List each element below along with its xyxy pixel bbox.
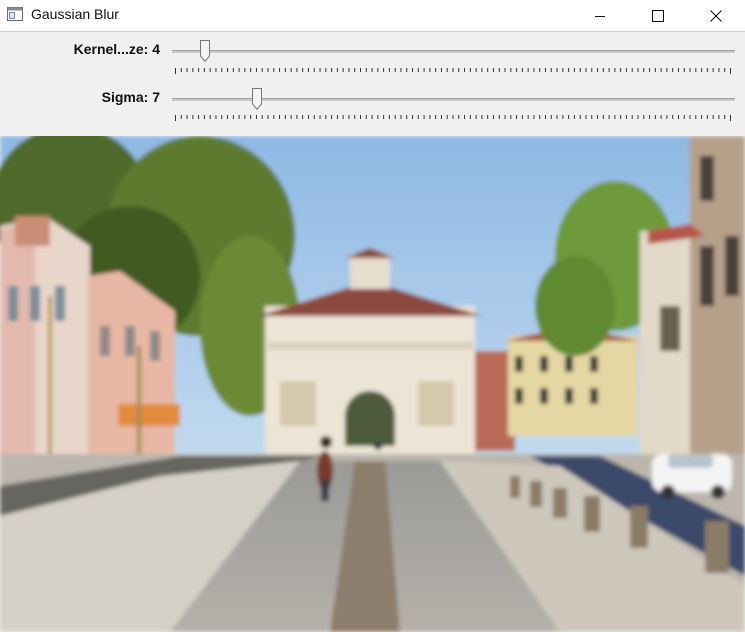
- trackbar-kernel-size-track[interactable]: [172, 50, 735, 53]
- trackbar-kernel-size-name: Kernel...ze: [73, 41, 144, 57]
- trackbar-kernel-size-thumb[interactable]: [199, 40, 210, 62]
- trackbar-sigma-thumb[interactable]: [252, 88, 263, 110]
- title-bar[interactable]: Gaussian Blur: [0, 0, 745, 32]
- trackbar-sigma-value: 7: [152, 89, 160, 105]
- street-scene-picture: [0, 136, 745, 632]
- gaussian-blur-window: Gaussian Blur Kernel...ze: 4 Sigma: 7: [0, 0, 745, 632]
- close-button[interactable]: [687, 0, 745, 31]
- minimize-icon: [595, 15, 605, 17]
- maximize-icon: [652, 9, 664, 22]
- window-app-icon: [7, 7, 23, 21]
- trackbar-panel: Kernel...ze: 4 Sigma: 7: [0, 32, 745, 136]
- trackbar-sigma-name: Sigma: [101, 89, 144, 105]
- trackbar-kernel-size-value: 4: [152, 41, 160, 57]
- label-separator: :: [143, 89, 153, 105]
- trackbar-kernel-size-ticks: [175, 68, 731, 74]
- blurred-image: [0, 136, 745, 632]
- maximize-button[interactable]: [629, 0, 687, 31]
- trackbar-kernel-size-label: Kernel...ze: 4: [74, 41, 160, 57]
- minimize-button[interactable]: [571, 0, 629, 31]
- trackbar-sigma-label: Sigma: 7: [102, 89, 160, 105]
- trackbar-sigma-ticks: [175, 115, 731, 121]
- window-title: Gaussian Blur: [31, 6, 119, 22]
- label-separator: :: [143, 41, 153, 57]
- close-icon: [710, 9, 722, 22]
